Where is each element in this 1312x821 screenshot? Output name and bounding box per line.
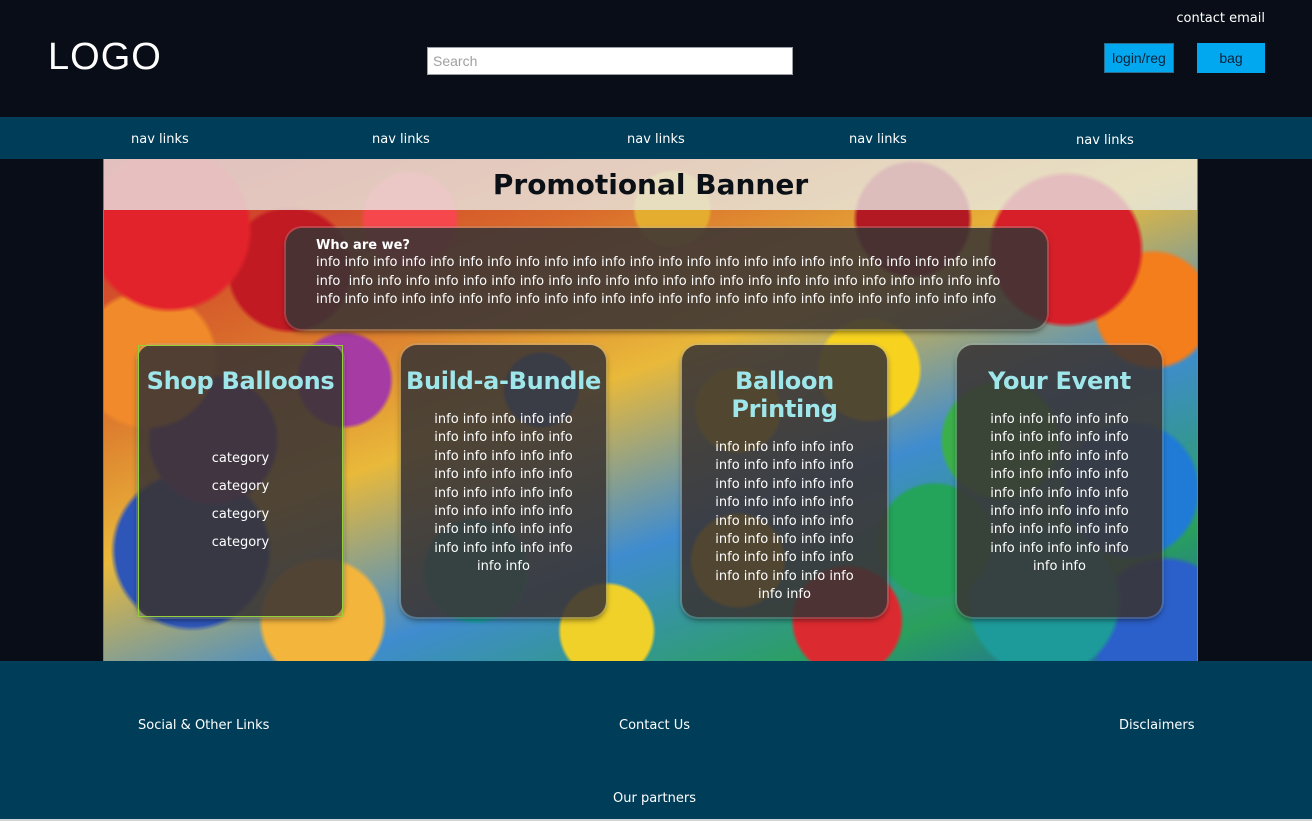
promotional-banner[interactable]: Promotional Banner — [104, 159, 1197, 210]
search-input[interactable] — [427, 47, 793, 75]
about-panel: Who are we? info info info info info inf… — [286, 228, 1047, 329]
your-event-card[interactable]: Your Event info info info info info info… — [957, 345, 1162, 617]
nav-link-3[interactable]: nav links — [627, 132, 685, 147]
about-text-line-3: info info info info info info info info … — [316, 292, 997, 307]
card-title: Shop Balloons — [146, 367, 335, 395]
nav-link-2[interactable]: nav links — [372, 132, 430, 147]
card-title: Your Event — [988, 367, 1131, 395]
category-list: category category category category — [138, 445, 343, 557]
nav-link-4[interactable]: nav links — [849, 132, 907, 147]
our-partners-link[interactable]: Our partners — [613, 791, 696, 806]
social-links[interactable]: Social & Other Links — [138, 718, 269, 733]
contact-email-link[interactable]: contact email — [1176, 11, 1265, 26]
balloon-hero-background: Promotional Banner Who are we? info info… — [103, 159, 1198, 661]
nav-link-1[interactable]: nav links — [131, 132, 189, 147]
category-link[interactable]: category — [138, 445, 343, 473]
about-text-line-1: info info info info info info info info … — [316, 255, 997, 270]
about-text-line-2: info info info info info info info info … — [316, 273, 1001, 289]
category-link[interactable]: category — [138, 529, 343, 557]
site-header: LOGO contact email login/reg bag — [0, 0, 1312, 117]
promotional-banner-title: Promotional Banner — [492, 168, 809, 201]
card-info-text: info info info info info info info info … — [434, 412, 573, 575]
shop-balloons-card[interactable]: Shop Balloons category category category… — [138, 345, 343, 617]
card-info-text: info info info info info info info info … — [715, 440, 854, 603]
balloon-printing-card[interactable]: Balloon Printing info info info info inf… — [682, 345, 887, 617]
card-title: Build-a-Bundle — [405, 367, 602, 395]
bag-button[interactable]: bag — [1197, 43, 1265, 73]
main-nav: nav links nav links nav links nav links … — [0, 117, 1312, 159]
build-a-bundle-card[interactable]: Build-a-Bundle info info info info info … — [401, 345, 606, 617]
about-title: Who are we? — [316, 238, 410, 253]
disclaimers-link[interactable]: Disclaimers — [1119, 718, 1195, 733]
nav-link-5[interactable]: nav links — [1076, 133, 1134, 148]
card-info-text: info info info info info info info info … — [990, 412, 1129, 575]
login-register-button[interactable]: login/reg — [1104, 43, 1174, 73]
card-title: Balloon Printing — [731, 367, 838, 423]
category-link[interactable]: category — [138, 473, 343, 501]
logo[interactable]: LOGO — [48, 36, 162, 79]
category-link[interactable]: category — [138, 501, 343, 529]
site-footer: Social & Other Links Contact Us Disclaim… — [0, 661, 1312, 819]
contact-us-link[interactable]: Contact Us — [619, 718, 690, 733]
